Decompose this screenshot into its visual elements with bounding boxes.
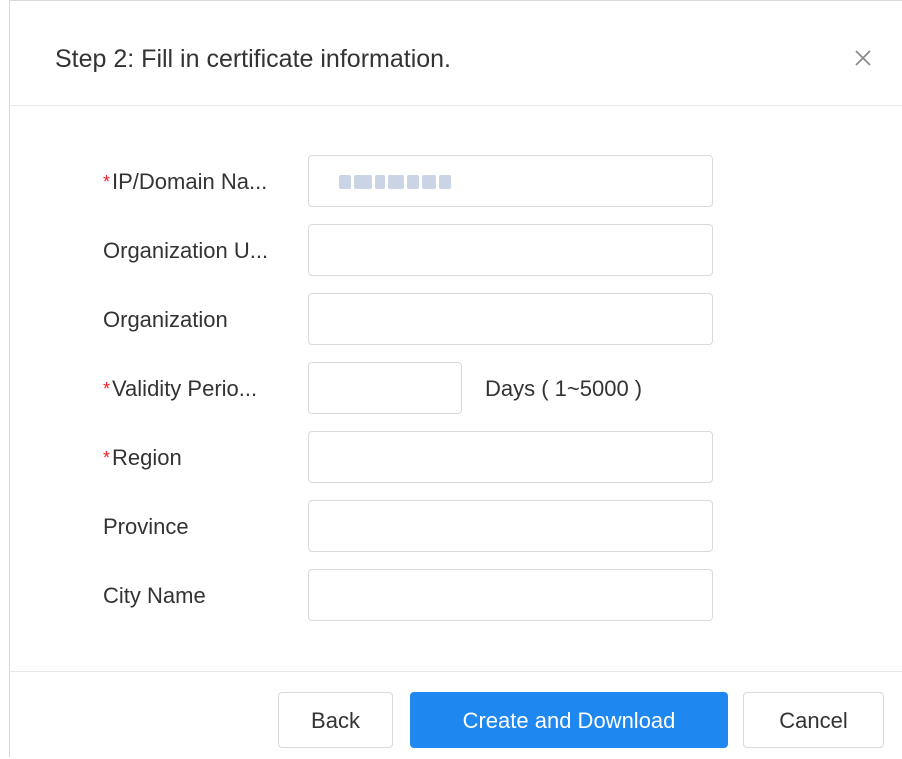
province-input[interactable] (308, 500, 713, 552)
field-ip-domain: *IP/Domain Na... (10, 155, 890, 209)
field-label: *Validity Perio... (103, 376, 258, 401)
organization-unit-input[interactable] (308, 224, 713, 276)
create-and-download-button[interactable]: Create and Download (410, 692, 728, 748)
blurred-value (339, 171, 479, 193)
dialog-header: Step 2: Fill in certificate information. (10, 1, 902, 106)
field-city-name: City Name (10, 569, 890, 623)
city-name-input[interactable] (308, 569, 713, 621)
certificate-dialog: Step 2: Fill in certificate information.… (9, 0, 902, 757)
required-mark: * (103, 448, 111, 468)
field-province: Province (10, 500, 890, 554)
region-input[interactable] (308, 431, 713, 483)
close-icon[interactable] (850, 45, 876, 71)
field-region: *Region (10, 431, 890, 485)
field-label: Organization (103, 307, 228, 332)
dialog-footer: Back Create and Download Cancel (10, 671, 902, 759)
field-label: *IP/Domain Na... (103, 169, 268, 194)
required-mark: * (103, 379, 111, 399)
validity-period-input[interactable] (308, 362, 462, 414)
field-label: *Region (103, 445, 182, 470)
validity-unit-hint: Days ( 1~5000 ) (485, 376, 643, 401)
field-label: Organization U... (103, 238, 269, 263)
required-mark: * (103, 172, 111, 192)
field-validity-period: *Validity Perio... Days ( 1~5000 ) (10, 362, 890, 416)
back-button[interactable]: Back (278, 692, 393, 748)
field-label: Province (103, 514, 189, 539)
field-label: City Name (103, 583, 206, 608)
field-organization: Organization (10, 293, 890, 347)
dialog-title: Step 2: Fill in certificate information. (55, 45, 451, 73)
organization-input[interactable] (308, 293, 713, 345)
field-organization-unit: Organization U... (10, 224, 890, 278)
cancel-button[interactable]: Cancel (743, 692, 884, 748)
